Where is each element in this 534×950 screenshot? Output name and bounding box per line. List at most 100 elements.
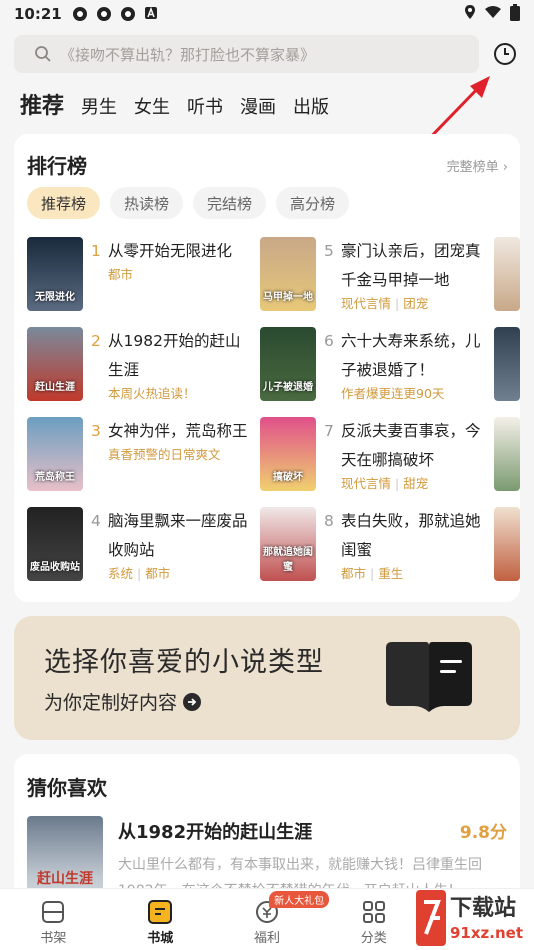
rank-number: 8 (324, 512, 334, 530)
book-cover[interactable]: 搞破坏 (260, 417, 316, 491)
rank-number: 2 (91, 332, 101, 350)
book-tag: 现代言情 (341, 476, 392, 491)
book-cover[interactable]: 那就追她闺蜜 (260, 507, 316, 581)
app-notification-icon (72, 6, 88, 22)
book-title: 脑海里飘来一座废品收购站 (108, 512, 248, 559)
nav-bookshelf-label: 书架 (40, 931, 67, 946)
book-cover[interactable]: 马甲掉一地 (260, 237, 316, 311)
book-title: 表白失败，那就追她闺蜜 (341, 512, 481, 559)
book-tag: 本周火热追读！ (108, 386, 196, 401)
book-cover[interactable]: 儿子被退婚 (260, 327, 316, 401)
novel-type-card[interactable]: 选择你喜爱的小说类型 为你定制好内容 (14, 616, 520, 740)
book-cover-title: 那就追她闺蜜 (263, 547, 313, 573)
battery-icon (510, 3, 520, 25)
book-tag: 团宠 (403, 296, 429, 311)
tab-publish[interactable]: 出版 (293, 93, 329, 119)
book-tags: 作者爆更连更90天 (341, 385, 484, 403)
ranking-item[interactable]: 废品收购站 4 脑海里飘来一座废品收购站 系统 | 都市 (27, 507, 251, 583)
history-button[interactable] (493, 42, 517, 70)
book-icon (386, 642, 472, 712)
nav-category-label: 分类 (360, 931, 387, 946)
bookshelf-icon (42, 901, 65, 923)
book-title: 女神为伴，荒岛称王 (108, 422, 248, 440)
rank-number: 4 (91, 512, 101, 530)
book-cover-title: 搞破坏 (273, 472, 303, 483)
ranking-item[interactable]: 儿子被退婚 6 六十大寿来系统，儿子被退婚了！ 作者爆更连更90天 (260, 327, 484, 403)
nav-bookstore[interactable]: 书城 (107, 889, 214, 950)
ranking-item[interactable]: 搞破坏 7 反派夫妻百事哀，今天在哪搞破坏 现代言情 | 甜宠 (260, 417, 484, 493)
book-cover-title: 马甲掉一地 (263, 292, 313, 303)
book-tags: 都市 | 重生 (341, 566, 404, 581)
nav-category[interactable]: 分类 (320, 889, 427, 950)
rank-number: 1 (91, 242, 101, 260)
book-cover[interactable]: 荒岛称王 (27, 417, 83, 491)
book-cover[interactable] (494, 237, 520, 311)
book-tag: 都市 (145, 566, 171, 581)
ranking-tab-recommend[interactable]: 推荐榜 (27, 187, 101, 219)
ranking-more-link[interactable]: 完整榜单 › (447, 156, 508, 175)
clock-icon (494, 43, 516, 65)
book-title: 从零开始无限进化 (108, 242, 233, 260)
ranking-tab-completed[interactable]: 完结榜 (193, 187, 267, 219)
book-cover[interactable]: 无限进化 (27, 237, 83, 311)
book-title: 从1982开始的赶山生涯 (108, 332, 241, 379)
ranking-card: 排行榜 完整榜单 › 推荐榜 热读榜 完结榜 高分榜 无限进化 1 从零开始无限… (14, 134, 520, 602)
tab-audiobook[interactable]: 听书 (187, 93, 223, 119)
ranking-tab-hot[interactable]: 热读榜 (110, 187, 184, 219)
nav-bookshelf[interactable]: 书架 (0, 889, 107, 950)
book-cover[interactable]: 废品收购站 (27, 507, 83, 581)
search-bar[interactable]: 《接吻不算出轨？那打脸也不算家暴》 (14, 35, 479, 73)
ranking-item[interactable]: 那就追她闺蜜 8 表白失败，那就追她闺蜜 都市 | 重生 (260, 507, 484, 583)
category-tabs: 推荐 男生 女生 听书 漫画 出版 (20, 88, 329, 120)
app-notification-icon (144, 6, 160, 22)
ranking-item[interactable]: 无限进化 1 从零开始无限进化 都市 (27, 237, 251, 311)
app-notification-icon (120, 6, 136, 22)
book-tag: 都市 (341, 566, 367, 581)
ranking-item[interactable]: 赶山生涯 2 从1982开始的赶山生涯 本周火热追读！ (27, 327, 251, 403)
watermark-url: 91xz.net (450, 924, 524, 942)
book-title: 豪门认亲后，团宠真千金马甲掉一地 (341, 242, 481, 289)
guess-book-score: 9.8分 (459, 823, 507, 843)
book-cover[interactable] (494, 507, 520, 581)
ranking-item[interactable]: 马甲掉一地 5 豪门认亲后，团宠真千金马甲掉一地 现代言情 | 团宠 (260, 237, 484, 313)
book-title: 反派夫妻百事哀，今天在哪搞破坏 (341, 422, 481, 469)
book-tags: 真香预警的日常爽文 (108, 446, 251, 464)
nav-welfare-label: 福利 (253, 931, 280, 946)
book-title: 六十大寿来系统，儿子被退婚了！ (341, 332, 481, 379)
tab-female[interactable]: 女生 (134, 93, 170, 119)
rank-number: 7 (324, 422, 334, 440)
book-tag: 甜宠 (403, 476, 429, 491)
rank-number: 6 (324, 332, 334, 350)
ranking-item[interactable]: 荒岛称王 3 女神为伴，荒岛称王 真香预警的日常爽文 (27, 417, 251, 491)
ranking-tabs: 推荐榜 热读榜 完结榜 高分榜 (27, 187, 350, 219)
book-cover-title: 无限进化 (35, 292, 75, 303)
book-cover[interactable] (494, 327, 520, 401)
ranking-title: 排行榜 (27, 154, 87, 178)
book-cover[interactable]: 赶山生涯 (27, 327, 83, 401)
rank-number: 5 (324, 242, 334, 260)
book-tag: 作者爆更连更90天 (341, 386, 445, 401)
search-icon (35, 46, 51, 62)
novel-type-title: 选择你喜爱的小说类型 (44, 647, 324, 678)
watermark-text: 下载站 (450, 896, 517, 921)
book-tag: 现代言情 (341, 296, 392, 311)
book-cover-title: 荒岛称王 (35, 472, 75, 483)
grid-icon (362, 901, 385, 923)
tab-comic[interactable]: 漫画 (240, 93, 276, 119)
wifi-icon (484, 5, 502, 23)
book-cover[interactable] (494, 417, 520, 491)
novel-type-subtitle-text: 为你定制好内容 (44, 692, 178, 714)
ranking-tab-highscore[interactable]: 高分榜 (276, 187, 350, 219)
location-icon (464, 4, 476, 24)
book-tag: 真香预警的日常爽文 (108, 447, 221, 462)
arrow-right-icon (183, 692, 202, 711)
tab-male[interactable]: 男生 (81, 93, 117, 119)
book-tags: 系统 | 都市 (108, 566, 171, 581)
book-tag: 重生 (378, 566, 404, 581)
book-tags: 现代言情 | 甜宠 (341, 476, 429, 491)
guess-book-title[interactable]: 从1982开始的赶山生涯 (118, 818, 312, 844)
tab-recommend[interactable]: 推荐 (20, 88, 64, 120)
nav-welfare[interactable]: 福利 新人大礼包 (214, 889, 330, 950)
book-cover-title: 儿子被退婚 (263, 382, 313, 393)
book-tags: 本周火热追读！ (108, 385, 251, 403)
